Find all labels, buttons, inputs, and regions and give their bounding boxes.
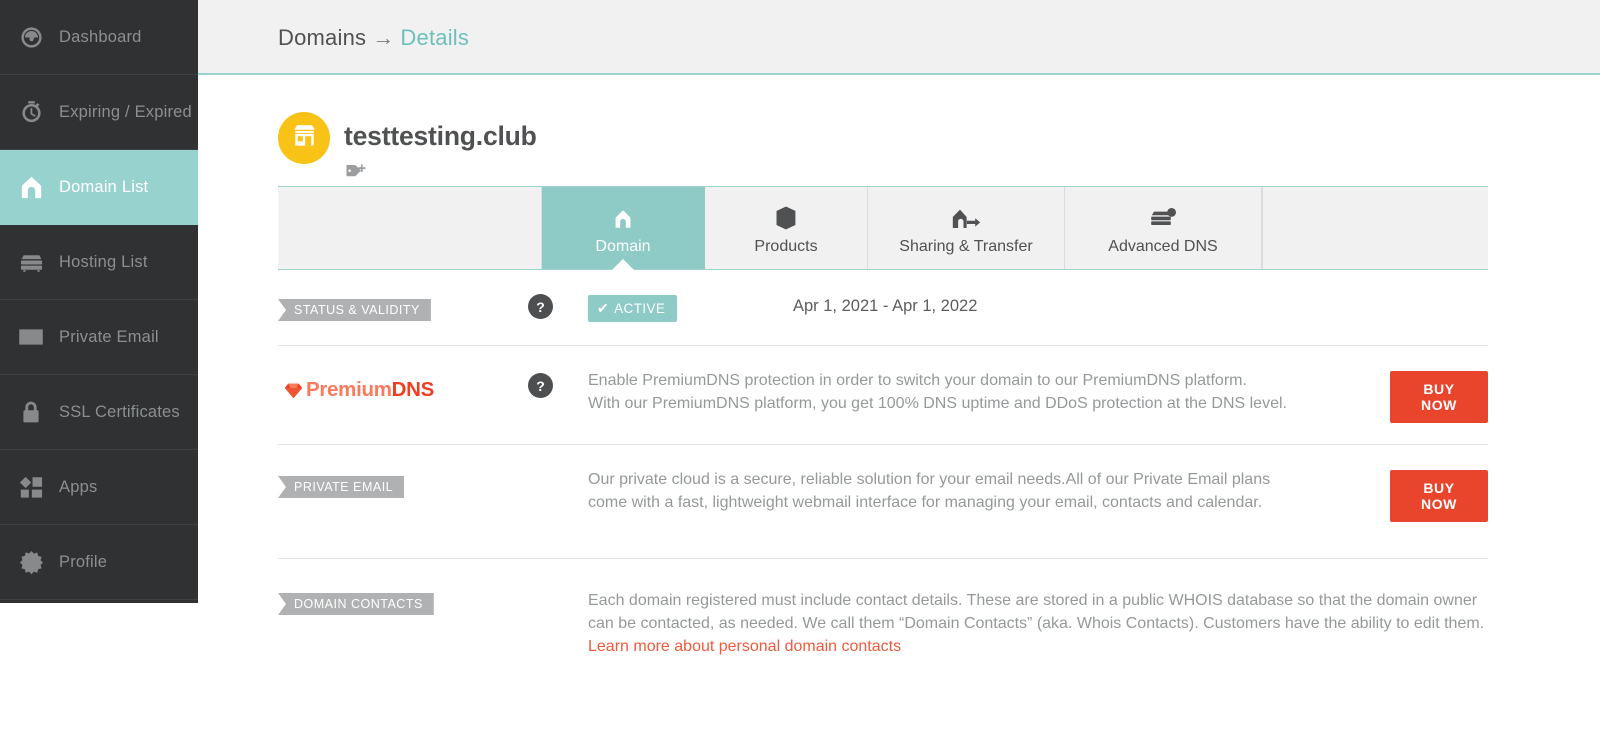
page-root: Dashboard Expiring / Expired Domain List… [0,0,1600,736]
page-title: testtesting.club [344,121,537,151]
domain-contacts-description-line-1: Each domain registered must include cont… [588,592,1478,609]
tab-advanced-dns[interactable]: Advanced DNS [1065,187,1262,269]
private-email-description: Our private cloud is a secure, reliable … [588,468,1488,514]
shop-icon [290,121,319,155]
breadcrumb-current: Details [400,25,470,50]
domain-contacts-label: DOMAIN CONTACTS [278,593,434,615]
apps-icon [14,472,48,502]
tab-sharing-transfer[interactable]: Sharing & Transfer [868,187,1065,269]
sidebar-item-profile[interactable]: Profile [0,525,198,600]
breadcrumb: Domains → Details [278,25,469,51]
premiumdns-help-icon[interactable]: ? [528,373,553,398]
breadcrumb-domains-link[interactable]: Domains [278,25,366,50]
sidebar-item-expiring-expired[interactable]: Expiring / Expired [0,75,198,150]
sidebar-item-private-email[interactable]: Private Email [0,300,198,375]
house-icon [14,172,48,202]
private-email-description-line-1: Our private cloud is a secure, reliable … [588,471,1271,488]
tab-label: Products [754,237,818,255]
divider [278,558,1488,559]
sidebar-item-label: Profile [59,552,108,571]
tab-bar-right-spacer [1262,187,1488,269]
validity-dates: Apr 1, 2021 - Apr 1, 2022 [793,297,978,315]
tab-label: Domain [595,237,651,255]
lock-icon [14,397,48,427]
domain-contacts-description: Each domain registered must include cont… [588,589,1600,658]
premiumdns-logo: Premium DNS [284,378,434,402]
premiumdns-prefix: Premium [306,378,392,401]
domain-status-badge: ✔ ACTIVE [588,295,678,322]
check-icon: ✔ [597,300,610,316]
sidebar-item-label: Apps [59,477,98,496]
stopwatch-icon [14,97,48,127]
sidebar-item-apps[interactable]: Apps [0,450,198,525]
sidebar-item-label: Domain List [59,177,149,196]
gear-icon [14,547,48,577]
status-validity-row: STATUS & VALIDITY ? ✔ ACTIVE Apr 1, 2021… [278,294,1488,340]
status-badge: STATUS & VALIDITY [278,299,431,321]
tab-bar-left-spacer [278,187,542,269]
gauge-icon [14,22,48,52]
divider [278,345,1488,346]
private-email-label: PRIVATE EMAIL [278,476,405,498]
premiumdns-buy-now-button[interactable]: BUY NOW [1390,371,1488,423]
domain-contacts-description-line-2: can be contacted, as needed. We call the… [588,615,1485,632]
house-icon [611,201,635,231]
private-email-row: PRIVATE EMAIL Our private cloud is a sec… [278,462,1488,542]
envelope-icon [14,322,48,352]
tab-label: Sharing & Transfer [899,237,1033,255]
server-gear-icon [1149,201,1177,231]
sidebar-item-label: Private Email [59,327,159,346]
sidebar: Dashboard Expiring / Expired Domain List… [0,0,198,603]
tab-label: Advanced DNS [1108,237,1218,255]
premiumdns-description-line-2: With our PremiumDNS platform, you get 10… [588,395,1287,412]
tab-products[interactable]: Products [705,187,868,269]
sidebar-item-label: Expiring / Expired [59,102,192,121]
sidebar-item-label: SSL Certificates [59,402,180,421]
sidebar-item-domain-list[interactable]: Domain List [0,150,198,225]
tab-domain[interactable]: Domain [542,187,705,269]
domain-tab-bar: Domain Products Sharing & Transfer Advan… [278,186,1488,270]
tag-plus-icon[interactable] [345,163,367,183]
premiumdns-suffix: DNS [391,378,435,401]
main-content: testtesting.club Domain Products Sharing… [198,75,1600,736]
diamond-icon [284,381,303,400]
private-email-buy-now-button[interactable]: BUY NOW [1390,470,1488,522]
premiumdns-description: Enable PremiumDNS protection in order to… [588,369,1488,415]
sidebar-item-hosting-list[interactable]: Hosting List [0,225,198,300]
private-email-description-line-2: come with a fast, lightweight webmail in… [588,494,1263,511]
status-help-icon[interactable]: ? [528,294,553,319]
top-bar: Domains → Details [198,0,1600,75]
sidebar-item-ssl-certificates[interactable]: SSL Certificates [0,375,198,450]
sidebar-item-label: Hosting List [59,252,148,271]
sidebar-item-label: Dashboard [59,27,142,46]
domain-contacts-row: DOMAIN CONTACTS Each domain registered m… [278,583,1488,683]
avatar [278,112,330,164]
server-icon [14,247,48,277]
learn-more-domain-contacts-link[interactable]: Learn more about personal domain contact… [588,638,901,655]
sidebar-item-dashboard[interactable]: Dashboard [0,0,198,75]
divider [278,444,1488,445]
domain-status-text: ACTIVE [614,301,666,316]
premiumdns-description-line-1: Enable PremiumDNS protection in order to… [588,372,1247,389]
premium-dns-row: Premium DNS ? Enable PremiumDNS protectio… [278,363,1488,443]
breadcrumb-separator-icon: → [372,25,395,50]
house-arrow-icon [951,201,981,231]
box-icon [774,201,798,231]
